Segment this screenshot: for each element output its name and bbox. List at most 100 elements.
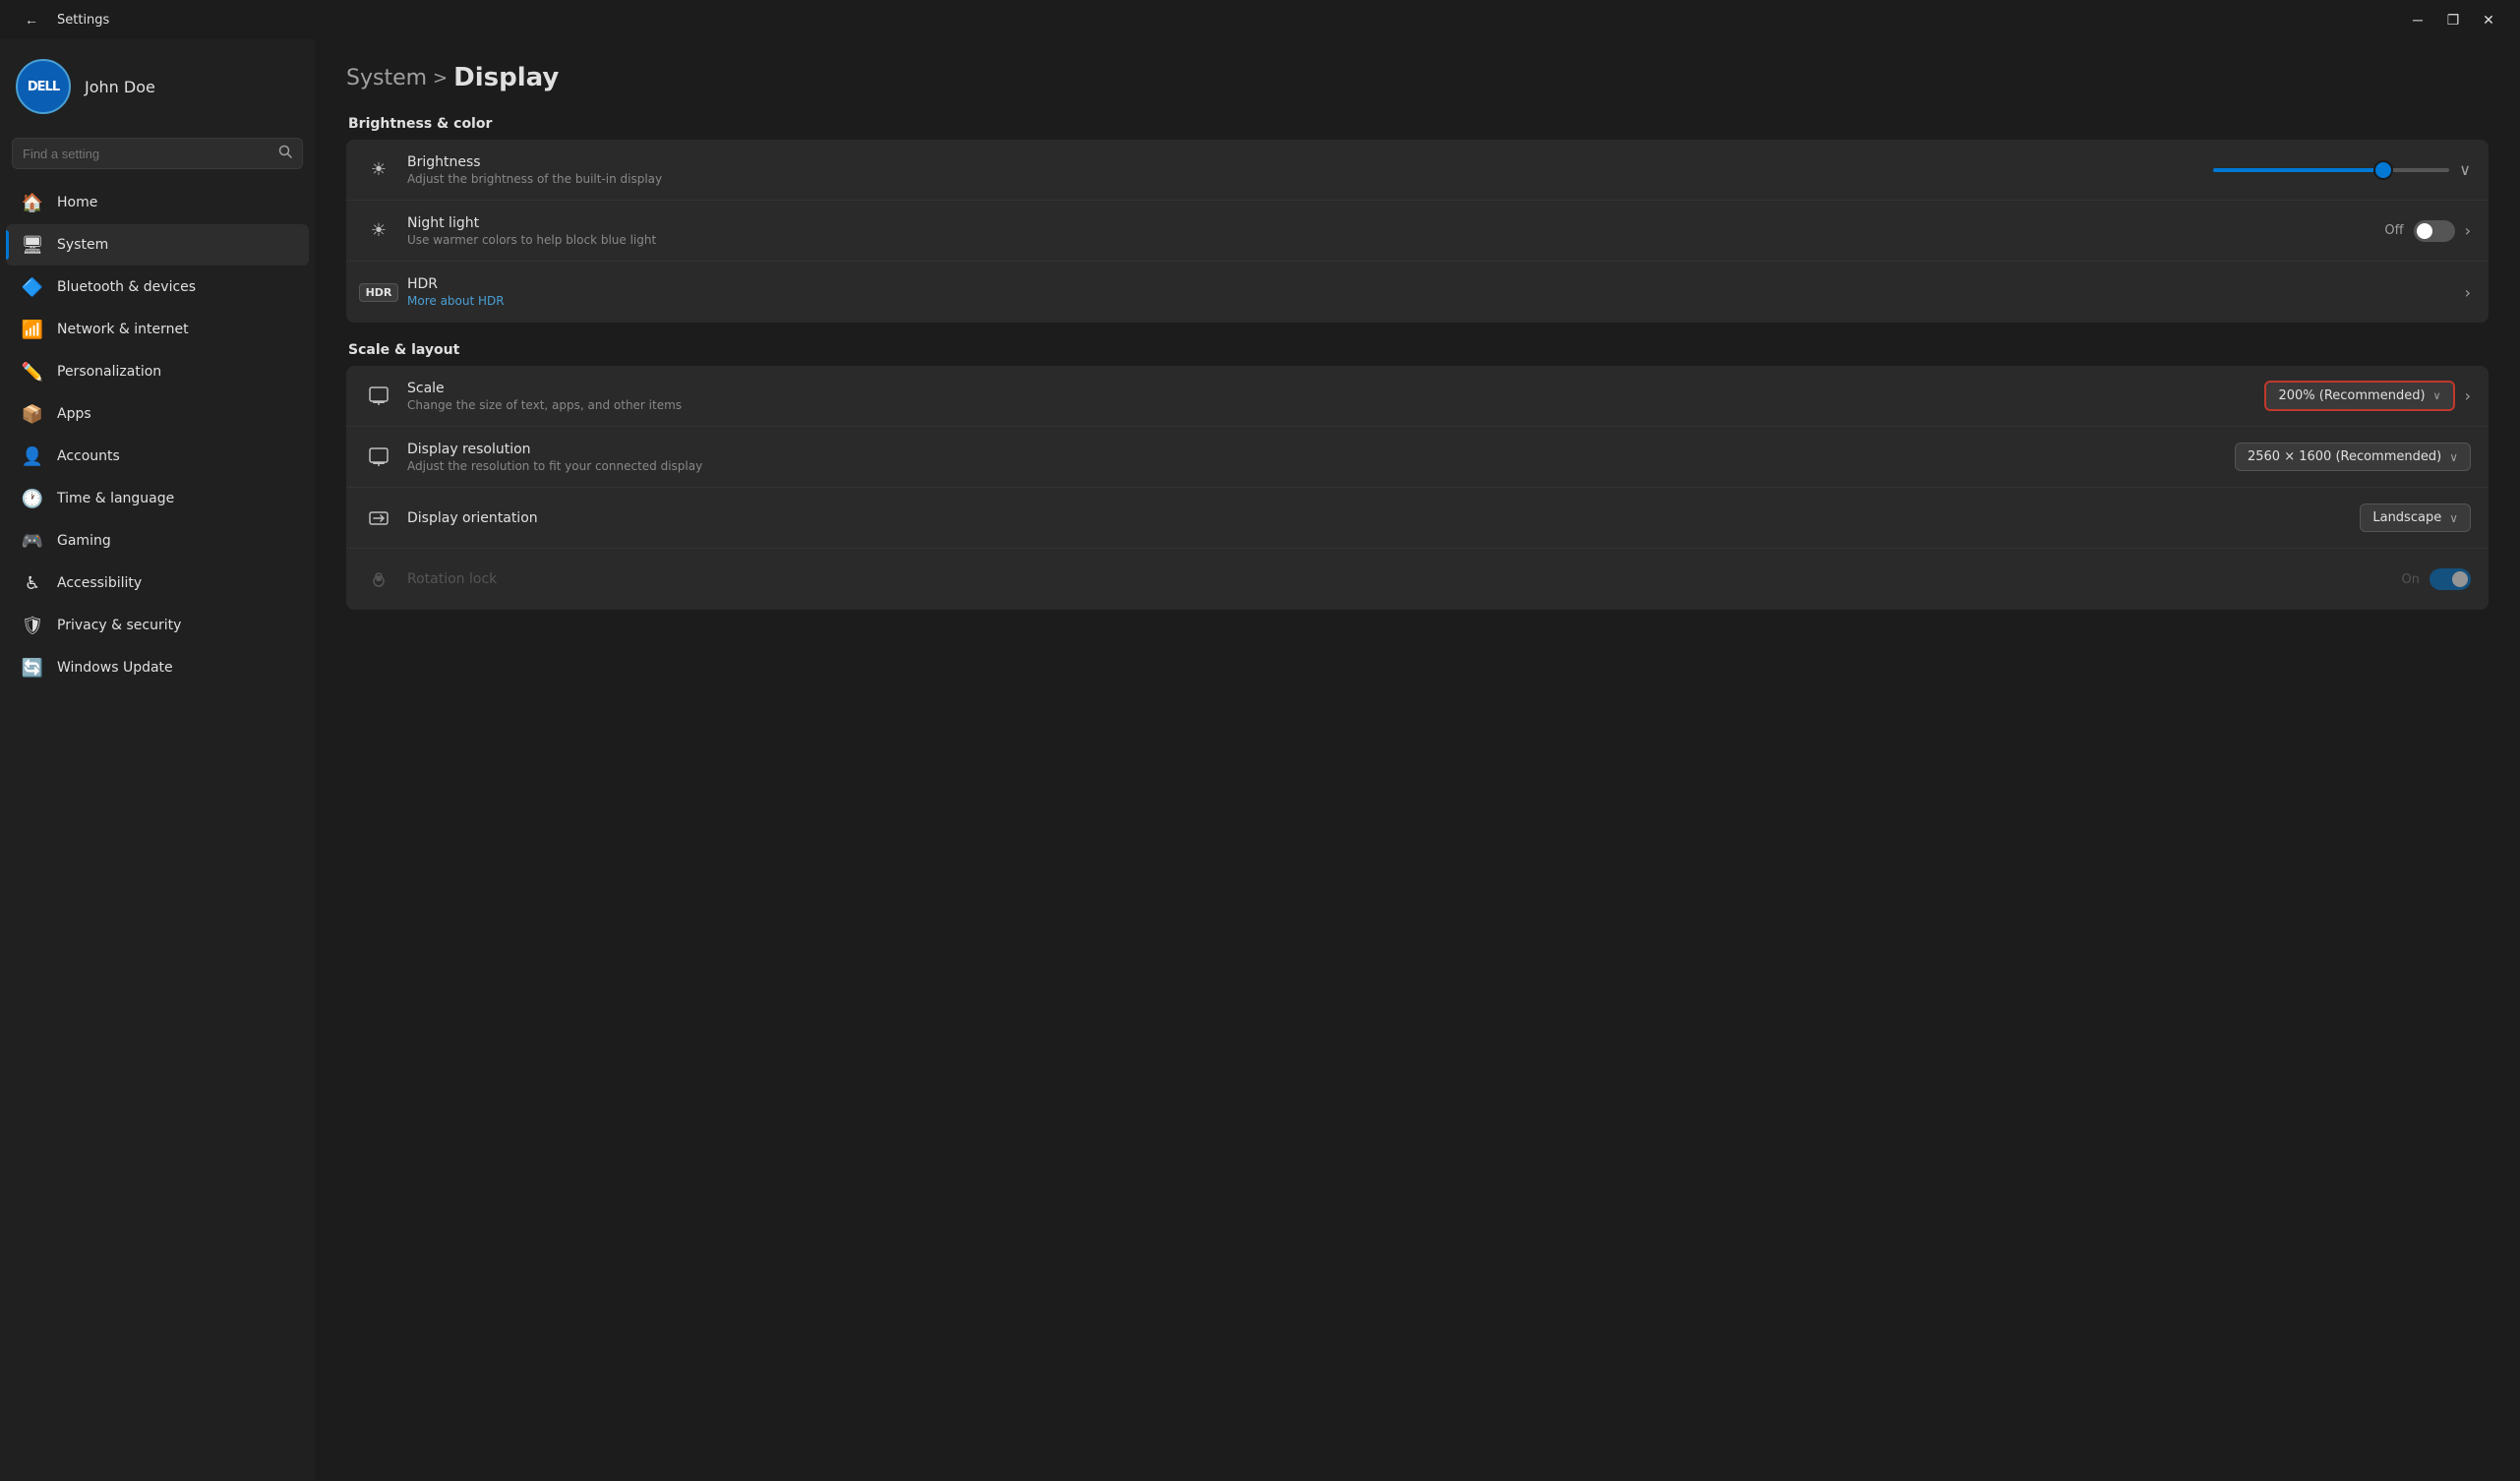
update-nav-label: Windows Update bbox=[57, 660, 173, 676]
bluetooth-nav-label: Bluetooth & devices bbox=[57, 279, 196, 295]
apps-nav-icon: 📦 bbox=[22, 403, 43, 425]
settings-group-brightness-color: ☀ BrightnessAdjust the brightness of the … bbox=[346, 140, 2489, 323]
close-button[interactable]: ✕ bbox=[2473, 8, 2504, 31]
breadcrumb: System > Display bbox=[346, 63, 2489, 92]
minimize-button[interactable]: ─ bbox=[2402, 8, 2433, 31]
rotation-lock-icon bbox=[364, 564, 393, 594]
scale-control: 200% (Recommended) ∨ › bbox=[2264, 381, 2471, 411]
breadcrumb-separator: > bbox=[433, 68, 448, 89]
display-orientation-text: Display orientation bbox=[407, 510, 2346, 526]
time-nav-icon: 🕐 bbox=[22, 488, 43, 509]
system-nav-icon: 🖥 bbox=[22, 234, 43, 256]
scale-dropdown-value: 200% (Recommended) bbox=[2278, 388, 2425, 403]
brightness-control: ∨ bbox=[2213, 160, 2471, 179]
rotation-lock-control: On bbox=[2402, 568, 2471, 590]
gaming-nav-icon: 🎮 bbox=[22, 530, 43, 552]
display-resolution-dropdown-chevron: ∨ bbox=[2449, 450, 2458, 464]
scale-text: ScaleChange the size of text, apps, and … bbox=[407, 381, 2250, 412]
dell-logo: DELL bbox=[16, 59, 71, 114]
brightness-chevron[interactable]: ∨ bbox=[2459, 160, 2471, 179]
display-orientation-dropdown-chevron: ∨ bbox=[2449, 511, 2458, 525]
display-orientation-control: Landscape ∨ bbox=[2360, 504, 2471, 532]
sidebar-item-home[interactable]: 🏠 Home bbox=[6, 182, 309, 223]
settings-row-scale[interactable]: ScaleChange the size of text, apps, and … bbox=[346, 366, 2489, 427]
sections-container: Brightness & color ☀ BrightnessAdjust the … bbox=[346, 116, 2489, 610]
breadcrumb-system[interactable]: System bbox=[346, 66, 427, 90]
privacy-nav-icon: 🛡 bbox=[22, 615, 43, 636]
sidebar-item-update[interactable]: 🔄 Windows Update bbox=[6, 647, 309, 688]
brightness-desc: Adjust the brightness of the built-in di… bbox=[407, 172, 2199, 186]
search-box[interactable] bbox=[12, 138, 303, 169]
rotation-lock-toggle[interactable] bbox=[2430, 568, 2471, 590]
breadcrumb-current: Display bbox=[453, 63, 559, 92]
app-body: DELL John Doe 🏠 Home 🖥 System 🔷 Bluetoot… bbox=[0, 39, 2520, 1481]
display-orientation-dropdown-value: Landscape bbox=[2372, 510, 2441, 525]
night-light-toggle[interactable] bbox=[2414, 220, 2455, 242]
hdr-chevron[interactable]: › bbox=[2465, 283, 2471, 302]
back-icon: ← bbox=[25, 12, 38, 28]
accounts-nav-label: Accounts bbox=[57, 448, 120, 464]
system-nav-label: System bbox=[57, 237, 108, 253]
back-button[interactable]: ← bbox=[16, 8, 47, 31]
display-orientation-title: Display orientation bbox=[407, 510, 2346, 526]
search-icon bbox=[278, 145, 292, 162]
display-resolution-dropdown-value: 2560 × 1600 (Recommended) bbox=[2248, 449, 2441, 464]
settings-row-display-orientation[interactable]: Display orientation Landscape ∨ bbox=[346, 488, 2489, 549]
section-title-brightness-color: Brightness & color bbox=[346, 116, 2489, 132]
display-resolution-dropdown[interactable]: 2560 × 1600 (Recommended) ∨ bbox=[2235, 443, 2471, 471]
brightness-text: BrightnessAdjust the brightness of the b… bbox=[407, 154, 2199, 186]
display-resolution-desc: Adjust the resolution to fit your connec… bbox=[407, 459, 2221, 473]
settings-row-display-resolution[interactable]: Display resolution Adjust the resolution … bbox=[346, 427, 2489, 488]
sidebar-item-gaming[interactable]: 🎮 Gaming bbox=[6, 520, 309, 562]
sidebar-item-network[interactable]: 📶 Network & internet bbox=[6, 309, 309, 350]
accounts-nav-icon: 👤 bbox=[22, 445, 43, 467]
dell-logo-text: DELL bbox=[28, 80, 59, 94]
time-nav-label: Time & language bbox=[57, 491, 174, 506]
personalization-nav-label: Personalization bbox=[57, 364, 161, 380]
apps-nav-label: Apps bbox=[57, 406, 91, 422]
search-input[interactable] bbox=[23, 147, 270, 161]
brightness-slider[interactable] bbox=[2213, 168, 2449, 172]
night-light-desc: Use warmer colors to help block blue lig… bbox=[407, 233, 2370, 247]
night-light-title: Night light bbox=[407, 215, 2370, 231]
settings-row-night-light[interactable]: ☀Night lightUse warmer colors to help bl… bbox=[346, 201, 2489, 262]
maximize-button[interactable]: ❐ bbox=[2437, 8, 2469, 31]
scale-chevron[interactable]: › bbox=[2465, 386, 2471, 405]
section-brightness-color: Brightness & color ☀ BrightnessAdjust the … bbox=[346, 116, 2489, 323]
title-bar-title: Settings bbox=[57, 13, 109, 28]
sidebar-item-privacy[interactable]: 🛡 Privacy & security bbox=[6, 605, 309, 646]
scale-dropdown-chevron: ∨ bbox=[2433, 389, 2441, 402]
display-orientation-icon bbox=[364, 504, 393, 533]
sidebar-item-system[interactable]: 🖥 System bbox=[6, 224, 309, 266]
settings-row-brightness[interactable]: ☀ BrightnessAdjust the brightness of the … bbox=[346, 140, 2489, 201]
night-light-chevron[interactable]: › bbox=[2465, 221, 2471, 240]
personalization-nav-icon: ✏️ bbox=[22, 361, 43, 383]
section-scale-layout: Scale & layout ScaleChange the size of te… bbox=[346, 342, 2489, 610]
profile-name: John Doe bbox=[85, 78, 155, 96]
section-title-scale-layout: Scale & layout bbox=[346, 342, 2489, 358]
display-resolution-icon bbox=[364, 443, 393, 472]
update-nav-icon: 🔄 bbox=[22, 657, 43, 679]
sidebar-item-apps[interactable]: 📦 Apps bbox=[6, 393, 309, 435]
settings-row-rotation-lock[interactable]: Rotation lock On bbox=[346, 549, 2489, 610]
privacy-nav-label: Privacy & security bbox=[57, 618, 181, 633]
sidebar-item-accessibility[interactable]: ♿ Accessibility bbox=[6, 563, 309, 604]
home-nav-label: Home bbox=[57, 195, 97, 210]
accessibility-nav-icon: ♿ bbox=[22, 572, 43, 594]
brightness-icon: ☀ bbox=[364, 155, 393, 185]
display-resolution-title: Display resolution bbox=[407, 442, 2221, 457]
sidebar-item-personalization[interactable]: ✏️ Personalization bbox=[6, 351, 309, 392]
scale-dropdown[interactable]: 200% (Recommended) ∨ bbox=[2264, 381, 2454, 411]
sidebar-item-accounts[interactable]: 👤 Accounts bbox=[6, 436, 309, 477]
scale-icon bbox=[364, 382, 393, 411]
hdr-badge: HDR bbox=[359, 283, 399, 302]
sidebar-item-time[interactable]: 🕐 Time & language bbox=[6, 478, 309, 519]
rotation-lock-text: Rotation lock bbox=[407, 571, 2388, 587]
settings-row-hdr[interactable]: HDR HDRMore about HDR › bbox=[346, 262, 2489, 323]
sidebar-item-bluetooth[interactable]: 🔷 Bluetooth & devices bbox=[6, 267, 309, 308]
rotation-lock-title: Rotation lock bbox=[407, 571, 2388, 587]
title-bar-left: ← Settings bbox=[16, 8, 109, 31]
display-orientation-dropdown[interactable]: Landscape ∨ bbox=[2360, 504, 2471, 532]
sidebar-profile: DELL John Doe bbox=[0, 39, 315, 130]
hdr-text: HDRMore about HDR bbox=[407, 276, 2451, 308]
